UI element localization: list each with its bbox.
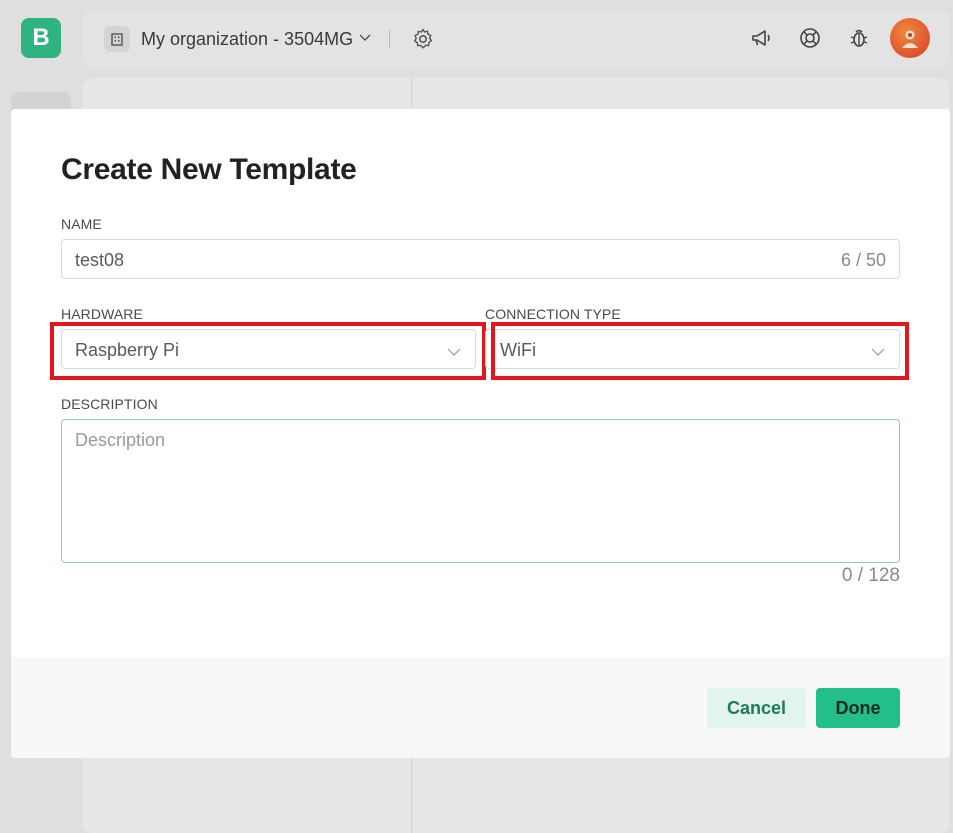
name-value: test08: [75, 250, 125, 270]
name-input[interactable]: test08 6 / 50: [61, 239, 900, 279]
connection-type-label: CONNECTION TYPE: [485, 306, 621, 322]
divider: [411, 758, 412, 833]
lifebuoy-icon[interactable]: [798, 26, 822, 55]
top-bar: My organization - 3504MG: [82, 10, 950, 68]
organization-selector[interactable]: My organization - 3504MG: [141, 29, 353, 50]
name-counter: 6 / 50: [840, 250, 886, 270]
building-icon: [104, 26, 130, 52]
divider: [411, 78, 412, 108]
description-textarea[interactable]: Description: [61, 419, 900, 563]
hardware-highlight: [50, 322, 486, 380]
divider: [389, 30, 390, 48]
bug-icon[interactable]: [847, 26, 871, 55]
create-template-modal: Create New Template NAME test08 6 / 50 H…: [11, 109, 950, 758]
description-placeholder: Description: [75, 430, 166, 450]
connection-type-highlight: [491, 322, 909, 380]
chevron-down-icon[interactable]: [358, 30, 372, 49]
name-label: NAME: [61, 216, 102, 232]
avatar[interactable]: [890, 18, 930, 58]
description-counter: 0 / 128: [841, 565, 900, 586]
hardware-label: HARDWARE: [61, 306, 143, 322]
gear-icon[interactable]: [411, 27, 435, 56]
cancel-button[interactable]: Cancel: [707, 688, 806, 728]
modal-title: Create New Template: [61, 153, 357, 186]
modal-footer: Cancel Done: [11, 657, 950, 758]
description-label: DESCRIPTION: [61, 396, 158, 412]
app-logo[interactable]: B: [21, 18, 61, 58]
done-button[interactable]: Done: [816, 688, 900, 728]
megaphone-icon[interactable]: [749, 26, 773, 55]
